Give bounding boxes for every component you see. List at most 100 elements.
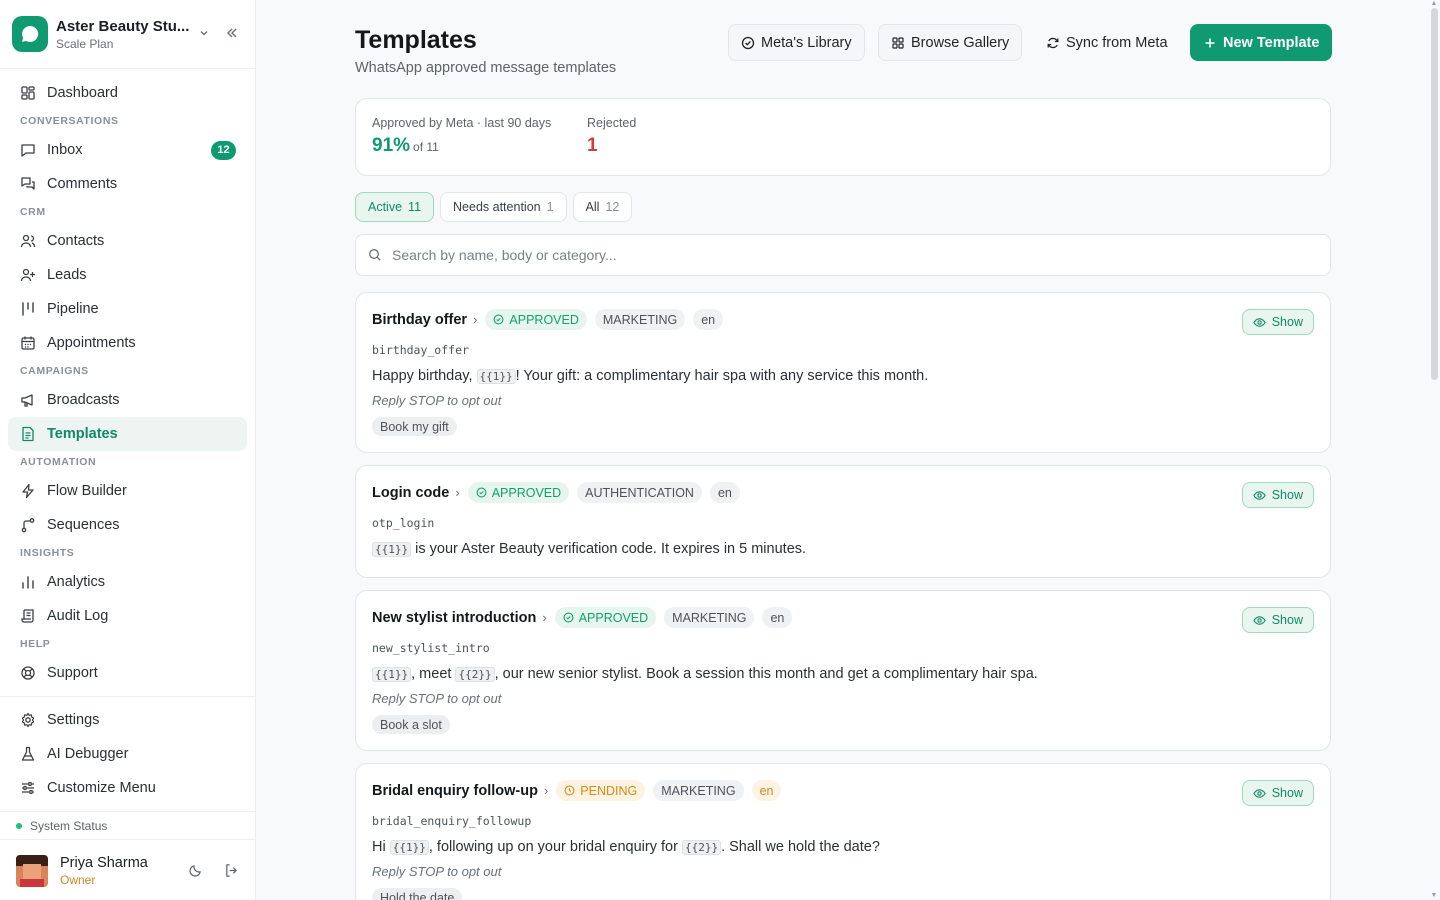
user-name: Priya Sharma	[60, 854, 148, 871]
page-title: Templates	[355, 26, 477, 54]
sidebar-item-customize-menu[interactable]: Customize Menu	[8, 771, 247, 805]
eye-icon	[1253, 615, 1266, 625]
check-circle-icon	[476, 487, 487, 498]
body-text: , our new senior stylist. Book a session…	[494, 666, 1038, 682]
body-text: , following up on your bridal enquiry fo…	[428, 839, 682, 855]
template-card[interactable]: Birthday offer › APPROVED MARKETING en bi…	[355, 292, 1331, 453]
status-dot-icon	[16, 822, 22, 829]
refresh-icon	[1047, 37, 1059, 48]
category-badge: MARKETING	[594, 309, 686, 330]
status-badge: APPROVED	[485, 309, 587, 330]
sidebar-item-analytics[interactable]: Analytics	[8, 565, 247, 599]
show-label: Show	[1271, 786, 1303, 800]
metas-library-button[interactable]: Meta's Library	[728, 24, 865, 61]
sidebar-item-inbox[interactable]: Inbox 12	[8, 133, 247, 167]
collapse-sidebar-icon[interactable]	[221, 26, 243, 43]
sidebar-item-dashboard[interactable]: Dashboard	[8, 76, 247, 110]
sidebar-item-pipeline[interactable]: Pipeline	[8, 292, 247, 326]
chevron-down-icon[interactable]	[193, 26, 215, 42]
template-body: {{1}} is your Aster Beauty verification …	[372, 541, 806, 557]
template-code: bridal_enquiry_followup	[372, 814, 532, 828]
nav-divider	[0, 696, 255, 697]
new-template-button[interactable]: New Template	[1190, 24, 1333, 61]
grid-icon	[892, 36, 904, 49]
moon-icon[interactable]	[183, 859, 207, 883]
sidebar-item-contacts[interactable]: Contacts	[8, 224, 247, 258]
template-title[interactable]: Birthday offer ›	[372, 312, 477, 328]
scroll-down-icon[interactable]: ▼	[1430, 892, 1438, 900]
sidebar-nav: Dashboard CONVERSATIONS Inbox 12 Comment…	[0, 69, 255, 805]
browse-gallery-button[interactable]: Browse Gallery	[878, 24, 1023, 61]
template-title-text: New stylist introduction	[372, 609, 537, 626]
tab-active[interactable]: Active 11	[355, 192, 435, 222]
sidebar-item-appointments[interactable]: Appointments	[8, 326, 247, 360]
sidebar-item-audit-log[interactable]: Audit Log	[8, 599, 247, 633]
scroll-up-icon[interactable]: ▲	[1430, 0, 1438, 8]
sidebar-item-templates[interactable]: Templates	[8, 417, 247, 451]
status-badge: APPROVED	[467, 482, 570, 503]
template-quick-reply: Book a slot	[372, 715, 450, 734]
sidebar-item-support[interactable]: Support	[8, 656, 247, 690]
sidebar-item-comments[interactable]: Comments	[8, 167, 247, 201]
body-text: is your Aster Beauty verification code. …	[411, 541, 807, 557]
sidebar-item-ai-debugger[interactable]: AI Debugger	[8, 737, 247, 771]
tab-needs-attention[interactable]: Needs attention 1	[440, 192, 567, 222]
logout-icon[interactable]	[219, 859, 243, 883]
sidebar-item-broadcasts[interactable]: Broadcasts	[8, 383, 247, 417]
sidebar-item-leads[interactable]: Leads	[8, 258, 247, 292]
chevron-right-icon: ›	[473, 312, 478, 327]
page-scrollbar[interactable]: ▲ ▼	[1428, 0, 1440, 900]
template-title[interactable]: Bridal enquiry follow-up ›	[372, 783, 548, 799]
approved-stat-value: 91%	[372, 135, 411, 156]
workspace-switcher[interactable]: Aster Beauty Stu... Scale Plan	[0, 0, 255, 69]
search-input[interactable]	[392, 247, 1292, 263]
template-card[interactable]: New stylist introduction › APPROVED MARKE…	[355, 590, 1331, 751]
variable-placeholder: {{2}}	[681, 840, 722, 855]
sidebar-item-flow-builder[interactable]: Flow Builder	[8, 474, 247, 508]
tab-all[interactable]: All 12	[572, 192, 633, 222]
search-box	[355, 234, 1331, 276]
check-circle-icon	[493, 314, 504, 325]
sync-from-meta-button[interactable]: Sync from Meta	[1033, 24, 1181, 61]
template-quick-reply: Book my gift	[372, 417, 457, 436]
inbox-count-badge: 12	[211, 141, 236, 160]
category-badge: MARKETING	[664, 607, 755, 628]
chevron-right-icon: ›	[455, 485, 460, 500]
show-button[interactable]: Show	[1241, 607, 1314, 633]
browse-gallery-label: Browse Gallery	[911, 34, 1010, 51]
page-subtitle: WhatsApp approved message templates	[355, 60, 617, 76]
sync-from-meta-label: Sync from Meta	[1066, 34, 1168, 51]
sidebar-item-label: Support	[47, 665, 98, 681]
user-profile: Priya Sharma Owner	[0, 841, 255, 900]
sidebar-item-label: Contacts	[47, 233, 105, 249]
tab-label: Needs attention	[453, 200, 541, 214]
template-title[interactable]: New stylist introduction ›	[372, 610, 547, 626]
language-badge: en	[693, 309, 724, 330]
sidebar-item-label: AI Debugger	[47, 746, 129, 762]
workspace-name: Aster Beauty Stu...	[56, 17, 190, 35]
sidebar-item-label: Appointments	[47, 335, 136, 351]
sequences-icon	[21, 518, 35, 533]
show-label: Show	[1271, 488, 1303, 502]
nav-section-insights: INSIGHTS	[20, 547, 75, 559]
scrollbar-thumb[interactable]	[1431, 8, 1438, 380]
avatar[interactable]	[16, 854, 48, 887]
sidebar-item-sequences[interactable]: Sequences	[8, 508, 247, 542]
sidebar-item-settings[interactable]: Settings	[8, 703, 247, 737]
show-button[interactable]: Show	[1241, 482, 1314, 508]
tab-label: All	[585, 200, 600, 214]
template-footer: Reply STOP to opt out	[372, 393, 502, 408]
system-status[interactable]: System Status	[0, 811, 255, 840]
bar-chart-icon	[22, 576, 34, 589]
template-card[interactable]: Login code › APPROVED AUTHENTICATION en o…	[355, 465, 1331, 578]
template-card[interactable]: Bridal enquiry follow-up › PENDING MARKET…	[355, 763, 1331, 900]
filter-tabs: Active 11 Needs attention 1 All 12	[355, 192, 633, 222]
show-button[interactable]: Show	[1241, 309, 1314, 335]
sidebar: Aster Beauty Stu... Scale Plan Dashboard…	[0, 0, 256, 900]
language-badge: en	[751, 780, 782, 801]
system-status-label: System Status	[30, 818, 108, 833]
language-badge: en	[762, 607, 793, 628]
show-button[interactable]: Show	[1241, 780, 1314, 806]
eye-icon	[1253, 788, 1266, 798]
template-title[interactable]: Login code ›	[372, 485, 460, 501]
